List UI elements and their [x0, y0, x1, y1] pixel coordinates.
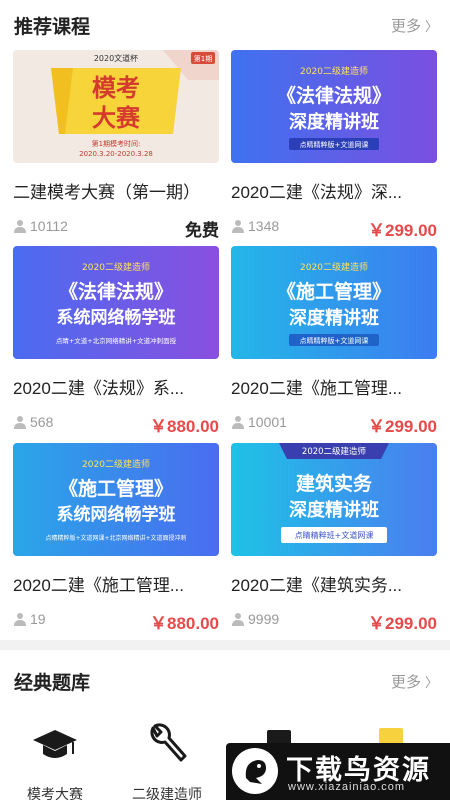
- course-meta: 19 ￥880.00: [13, 609, 219, 633]
- thumb-main-line1: 《法律法规》: [59, 280, 173, 303]
- chevron-right-icon: 〉: [424, 19, 438, 34]
- enroll-count: 568: [30, 414, 54, 430]
- thumb-footer: 点睛+文道+北京网络精讲+文道冲刺面授: [56, 336, 177, 345]
- thumb-main-line1: 建筑实务: [296, 472, 373, 495]
- watermark-url: www.xiazainiao.com: [288, 781, 406, 793]
- course-price: ￥299.00: [368, 221, 437, 240]
- thumb-top-text: 2020二级建造师: [82, 458, 150, 470]
- person-icon: [232, 416, 244, 429]
- more-link[interactable]: 更多〉: [391, 671, 438, 692]
- question-bank-section-header: 经典题库 更多〉: [0, 660, 450, 700]
- course-price: ￥299.00: [368, 614, 437, 633]
- thumb-main-line2: 深度精讲班: [289, 111, 379, 133]
- watermark: 下载鸟资源 www.xiazainiao.com: [226, 743, 450, 800]
- enroll-count: 10112: [30, 218, 68, 234]
- thumb-footer: 点睛精粹版+文道网课: [300, 140, 369, 149]
- course-title: 2020二建《建筑实务...: [231, 576, 402, 595]
- graduation-cap-icon: [33, 730, 77, 758]
- thumb-badge: 第1期: [194, 54, 212, 63]
- course-meta: 1348 ￥299.00: [231, 216, 437, 240]
- person-icon: [14, 220, 26, 233]
- course-price: ￥299.00: [368, 417, 437, 436]
- course-meta: 10112 免费: [13, 216, 219, 240]
- thumb-main-line1: 《法律法规》: [277, 84, 391, 107]
- thumb-main-line2: 系统网络畅学班: [57, 504, 176, 525]
- thumb-top-text: 2020文道杯: [94, 53, 138, 63]
- category-label: 二级建造师: [132, 786, 202, 800]
- more-link-label: 更多: [390, 674, 421, 691]
- category-item[interactable]: 模考大赛: [10, 720, 100, 800]
- thumb-main-line2: 深度精讲班: [289, 307, 379, 329]
- course-thumbnail: 2020二级建造师 《施工管理》 系统网络畅学班 点睛精粹版+文道网课+北京网络…: [13, 443, 219, 556]
- course-price: 免费: [185, 221, 219, 240]
- section-title: 经典题库: [14, 673, 91, 694]
- course-price: ￥880.00: [150, 417, 219, 436]
- thumb-sub1: 第1期模考时间:: [92, 139, 141, 148]
- person-icon: [232, 220, 244, 233]
- wrench-icon: [150, 723, 187, 762]
- thumb-main-line2: 大赛: [92, 104, 141, 132]
- thumb-main-line2: 系统网络畅学班: [57, 307, 176, 328]
- category-item[interactable]: 二级建造师: [122, 720, 212, 800]
- course-title: 2020二建《施工管理...: [231, 379, 402, 398]
- more-link-label: 更多: [390, 18, 421, 35]
- thumb-main-line2: 深度精讲班: [289, 499, 379, 521]
- course-title: 2020二建《法规》深...: [231, 183, 402, 202]
- chevron-right-icon: 〉: [424, 675, 438, 690]
- thumb-top-text: 2020二级建造师: [82, 261, 150, 273]
- course-meta: 568 ￥880.00: [13, 412, 219, 436]
- more-link[interactable]: 更多〉: [391, 15, 438, 36]
- thumb-top-text: 2020二级建造师: [300, 65, 368, 77]
- course-title: 二建模考大赛（第一期）: [13, 183, 200, 202]
- bird-logo-icon: [232, 748, 278, 794]
- course-price: ￥880.00: [150, 614, 219, 633]
- thumb-main-line1: 《施工管理》: [277, 280, 391, 303]
- course-thumbnail: 2020二级建造师 《法律法规》 深度精讲班 点睛精粹版+文道网课: [231, 50, 437, 163]
- thumb-main-line1: 《施工管理》: [59, 477, 173, 500]
- person-icon: [14, 613, 26, 626]
- thumb-sub2: 2020.3.20-2020.3.28: [79, 150, 153, 158]
- course-thumbnail: 2020二级建造师 《施工管理》 深度精讲班 点睛精粹版+文道网课: [231, 246, 437, 359]
- course-title: 2020二建《法规》系...: [13, 379, 184, 398]
- enroll-count: 19: [30, 611, 46, 627]
- person-icon: [14, 416, 26, 429]
- thumb-footer: 点睛精粹班+文道网课: [295, 530, 374, 540]
- thumb-top-text: 2020二级建造师: [302, 446, 367, 457]
- thumb-top-text: 2020二级建造师: [300, 261, 368, 273]
- course-meta: 9999 ￥299.00: [231, 609, 437, 633]
- course-thumbnail: 第1期 2020文道杯 模考 大赛 第1期模考时间: 2020.3.20-202…: [13, 50, 219, 163]
- section-divider: [0, 640, 450, 650]
- course-thumbnail: 2020二级建造师 建筑实务 深度精讲班 点睛精粹班+文道网课: [231, 443, 437, 556]
- enroll-count: 1348: [248, 218, 280, 234]
- course-meta: 10001 ￥299.00: [231, 412, 437, 436]
- thumb-main-line1: 模考: [92, 74, 140, 102]
- thumb-footer: 点睛精粹版+文道网课: [300, 336, 369, 345]
- person-icon: [232, 613, 244, 626]
- enroll-count: 10001: [248, 414, 287, 430]
- course-title: 2020二建《施工管理...: [13, 576, 184, 595]
- section-title: 推荐课程: [14, 17, 91, 38]
- enroll-count: 9999: [248, 611, 280, 627]
- course-thumbnail: 2020二级建造师 《法律法规》 系统网络畅学班 点睛+文道+北京网络精讲+文道…: [13, 246, 219, 359]
- category-label: 模考大赛: [27, 786, 83, 800]
- thumb-footer: 点睛精粹版+文道网课+北京网络精讲+文道面授冲刺: [45, 534, 186, 542]
- recommended-section-header: 推荐课程 更多〉: [0, 4, 450, 44]
